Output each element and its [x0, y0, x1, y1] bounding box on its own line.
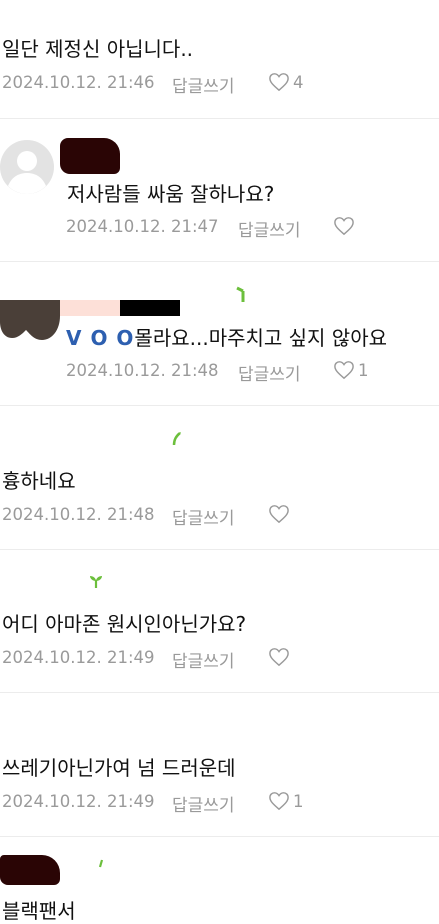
comment-text: 쓰레기아닌가여 넘 드러운데	[2, 756, 236, 780]
sprout-icon	[98, 859, 104, 868]
heart-outline-icon	[334, 361, 354, 380]
comment-text: 블랙팬서	[2, 899, 76, 923]
mention-nickname[interactable]: V O O	[66, 326, 134, 350]
heart-outline-icon	[334, 217, 354, 236]
profile-banner-pink	[60, 300, 120, 316]
redacted-nickname	[0, 855, 60, 885]
comment-date: 2024.10.12. 21:48	[2, 505, 155, 524]
reply-button[interactable]: 답글쓰기	[172, 72, 235, 97]
divider	[0, 405, 439, 406]
like-button[interactable]	[268, 504, 293, 524]
comment-date: 2024.10.12. 21:46	[2, 73, 155, 92]
reply-button[interactable]: 답글쓰기	[172, 791, 235, 816]
heart-outline-icon	[269, 792, 289, 811]
comment-body: 몰라요...마주치고 싶지 않아요	[134, 326, 388, 350]
like-button[interactable]: 1	[268, 791, 304, 811]
divider	[0, 261, 439, 262]
comment-text: 흉하네요	[2, 469, 76, 493]
divider	[0, 118, 439, 119]
sprout-icon	[172, 432, 181, 446]
comment-date: 2024.10.12. 21:49	[2, 792, 155, 811]
divider	[0, 836, 439, 837]
like-button[interactable]: 4	[268, 72, 304, 92]
like-count: 1	[358, 360, 369, 380]
comment-text: 어디 아마존 원시인아닌가요?	[2, 612, 247, 636]
profile-banner-black	[120, 300, 180, 316]
reply-button[interactable]: 답글쓰기	[238, 360, 301, 385]
reply-button[interactable]: 답글쓰기	[238, 216, 301, 241]
comment-text: 일단 제정신 아닙니다..	[2, 37, 194, 61]
divider	[0, 549, 439, 550]
like-count: 4	[293, 72, 304, 92]
redacted-nickname	[60, 138, 120, 174]
like-count: 1	[293, 791, 304, 811]
sprout-icon	[236, 286, 245, 302]
comment-date: 2024.10.12. 21:47	[66, 217, 219, 236]
like-button[interactable]: 1	[333, 360, 369, 380]
reply-button[interactable]: 답글쓰기	[172, 647, 235, 672]
profile-image[interactable]	[0, 300, 60, 342]
comment-text: V O O몰라요...마주치고 싶지 않아요	[66, 322, 387, 351]
sprout-icon	[90, 576, 102, 588]
like-button[interactable]	[268, 647, 293, 667]
default-avatar-icon[interactable]	[0, 140, 54, 194]
heart-outline-icon	[269, 505, 289, 524]
divider	[0, 692, 439, 693]
heart-outline-icon	[269, 73, 289, 92]
comment-date: 2024.10.12. 21:49	[2, 648, 155, 667]
reply-button[interactable]: 답글쓰기	[172, 504, 235, 529]
heart-outline-icon	[269, 648, 289, 667]
like-button[interactable]	[333, 216, 358, 236]
comment-date: 2024.10.12. 21:48	[66, 361, 219, 380]
comment-text: 저사람들 싸움 잘하나요?	[67, 182, 275, 206]
